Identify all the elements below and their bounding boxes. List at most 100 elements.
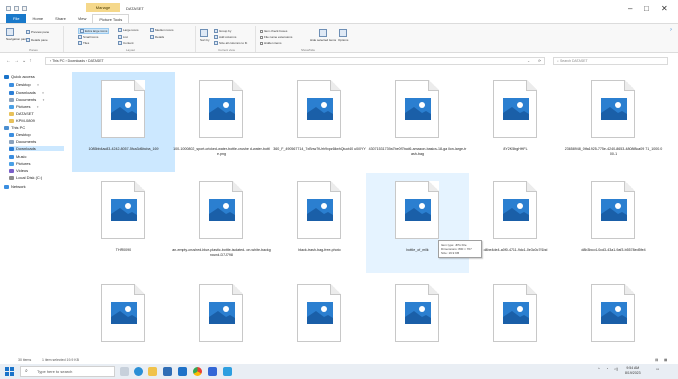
shield-icon[interactable] bbox=[208, 367, 217, 376]
network-icon[interactable]: ◔ bbox=[606, 367, 608, 371]
folder-icon bbox=[9, 111, 14, 116]
file-tile[interactable] bbox=[72, 276, 175, 356]
content-option[interactable]: Content bbox=[118, 41, 134, 45]
maximize-button[interactable]: □ bbox=[644, 4, 649, 13]
add-columns-button[interactable]: Add columns bbox=[214, 35, 236, 39]
volume-icon[interactable]: ◁) bbox=[614, 367, 618, 371]
file-tile[interactable] bbox=[170, 276, 273, 356]
search-input[interactable]: ⌕ Search DATASET bbox=[553, 57, 668, 65]
file-tile[interactable]: THR0090 bbox=[72, 173, 175, 273]
file-tile[interactable]: 360_F_490567714_7xBnw7tUrh9xpz6ilwhQiuct… bbox=[268, 72, 371, 172]
nav-item-pictures[interactable]: Pictures bbox=[9, 161, 64, 166]
file-tile[interactable]: 8Y2K5bgHHFL bbox=[464, 72, 567, 172]
large-icons-view-icon[interactable]: ▦ bbox=[664, 358, 667, 362]
nav-item-pictures[interactable]: Pictures ✦ bbox=[9, 104, 64, 109]
list-option[interactable]: List bbox=[118, 35, 128, 39]
quick-access-toolbar[interactable] bbox=[6, 6, 27, 11]
save-icon[interactable] bbox=[14, 6, 19, 11]
file-tile[interactable]: 43071531739a7be0f7bcd6-amazon-basics-18-… bbox=[366, 72, 469, 172]
tab-file[interactable]: File bbox=[6, 14, 27, 23]
item-checkboxes-toggle[interactable]: Item check boxes bbox=[260, 29, 287, 33]
hide-selected-button[interactable]: Hide selected items bbox=[310, 29, 336, 42]
nav-item-local-disk-c[interactable]: Local Disk (C:) bbox=[9, 175, 64, 180]
file-tile[interactable]: black-trash-bag-free-photo bbox=[268, 173, 371, 273]
photos-icon[interactable] bbox=[223, 367, 232, 376]
store-icon[interactable] bbox=[163, 367, 172, 376]
nav-item-this-pc[interactable]: This PC bbox=[4, 125, 64, 130]
help-icon[interactable]: ? bbox=[670, 27, 672, 32]
preview-pane-button[interactable]: Preview pane bbox=[26, 30, 49, 34]
folder-icon bbox=[4, 184, 9, 189]
file-tile[interactable]: 1085bb4ac83-4242-8057-5fca3d6bcba_169 bbox=[72, 72, 175, 172]
close-button[interactable]: ✕ bbox=[661, 4, 668, 13]
file-tile[interactable] bbox=[366, 276, 469, 356]
folder-icon bbox=[6, 6, 11, 11]
address-field[interactable]: › This PC › Downloads › DATASET ⌄ ⟳ bbox=[45, 57, 545, 65]
file-tile[interactable]: an-empty-crushed-blue-plastic-bottle-iso… bbox=[170, 173, 273, 273]
up-arrow-icon[interactable]: ↑ bbox=[29, 58, 35, 64]
navigation-pane-button[interactable]: Navigation pane bbox=[6, 28, 28, 41]
details-pane-button[interactable]: Details pane bbox=[26, 38, 48, 42]
nav-item-quick-access[interactable]: Quick access bbox=[4, 74, 64, 79]
file-tile[interactable]: 23658948_0tfa1925-775e-4240-8653-4808f8c… bbox=[562, 72, 665, 172]
file-tile[interactable] bbox=[464, 276, 567, 356]
nav-item-desktop[interactable]: Desktop ✦ bbox=[9, 82, 64, 87]
nav-item-kpm-0809[interactable]: KPM-0809 bbox=[9, 118, 64, 123]
start-button[interactable] bbox=[5, 367, 14, 376]
chevron-down-icon[interactable]: ⌄ bbox=[527, 58, 530, 64]
nav-item-downloads[interactable]: Downloads ✦ bbox=[9, 90, 64, 95]
tab-picture-tools[interactable]: Picture Tools bbox=[92, 14, 130, 23]
file-tile[interactable]: 100-1000802_sport-cricked-water-bottle-c… bbox=[170, 72, 273, 172]
clock[interactable]: 9:54 AM 8/19/2023 bbox=[625, 366, 641, 376]
tab-home[interactable]: Home bbox=[26, 14, 49, 23]
nav-item-downloads[interactable]: Downloads bbox=[9, 146, 64, 151]
tiles-option[interactable]: Tiles bbox=[78, 41, 89, 45]
nav-item-documents[interactable]: Documents ✦ bbox=[9, 97, 64, 102]
panes-group-label: Panes bbox=[29, 48, 38, 52]
small-icons-option[interactable]: Small icons bbox=[78, 35, 98, 39]
navigation-buttons[interactable]: ←→⌄↑ bbox=[6, 58, 35, 64]
nav-item-music[interactable]: Music bbox=[9, 154, 64, 159]
extra-large-icons-option[interactable]: Extra large icons bbox=[78, 28, 110, 34]
file-tile[interactable] bbox=[268, 276, 371, 356]
details-view-icon[interactable]: ▤ bbox=[655, 358, 658, 362]
nav-item-documents[interactable]: Documents bbox=[9, 139, 64, 144]
nav-item-desktop[interactable]: Desktop bbox=[9, 132, 64, 137]
forward-arrow-icon[interactable]: → bbox=[14, 58, 22, 64]
group-by-button[interactable]: Group by bbox=[214, 29, 231, 33]
size-all-columns-button[interactable]: Size all columns to fit bbox=[214, 41, 247, 45]
file-tile[interactable]: d8b3bcc4-0cd3-43a1-9af3-b5578ed5fe4 bbox=[562, 173, 665, 273]
nav-item-dataset[interactable]: DATASET bbox=[9, 111, 64, 116]
back-arrow-icon[interactable]: ← bbox=[6, 58, 14, 64]
large-icons-option[interactable]: Large icons bbox=[118, 28, 139, 32]
tab-share[interactable]: Share bbox=[49, 14, 72, 23]
task-view-icon[interactable] bbox=[120, 367, 129, 376]
hidden-items-toggle[interactable]: Hidden items bbox=[260, 41, 282, 45]
chevron-up-icon[interactable]: ^ bbox=[598, 367, 600, 371]
nav-item-network[interactable]: Network bbox=[4, 184, 64, 189]
options-button[interactable]: Options bbox=[338, 29, 348, 42]
sort-by-button[interactable]: Sort by bbox=[200, 29, 210, 42]
file-tile[interactable]: bottle_of_milk bbox=[366, 173, 469, 273]
refresh-icon[interactable]: ⟳ bbox=[538, 58, 541, 64]
manage-tab[interactable]: Manage bbox=[86, 3, 120, 12]
undo-icon[interactable] bbox=[22, 6, 27, 11]
file-tile[interactable] bbox=[562, 276, 665, 356]
medium-icons-option[interactable]: Medium icons bbox=[150, 28, 174, 32]
details-option[interactable]: Details bbox=[150, 35, 164, 39]
file-name-extensions-toggle[interactable]: File name extensions bbox=[260, 35, 292, 39]
nav-item-videos[interactable]: Videos bbox=[9, 168, 64, 173]
image-file-icon bbox=[395, 80, 439, 138]
edge-icon[interactable] bbox=[134, 367, 143, 376]
file-explorer-icon[interactable] bbox=[148, 367, 157, 376]
minimize-button[interactable]: – bbox=[628, 4, 632, 13]
chrome-icon[interactable] bbox=[193, 367, 202, 376]
file-tile[interactable]: d4be4de4-a0f0-4711-9dc1-0e3c0c7f1bd bbox=[464, 173, 567, 273]
breadcrumb[interactable]: › This PC › Downloads › DATASET bbox=[50, 59, 104, 63]
tab-view[interactable]: View bbox=[72, 14, 93, 23]
small-icons-label: Small icons bbox=[83, 35, 99, 39]
taskbar-search-input[interactable]: ⌕ Type here to search bbox=[20, 366, 115, 377]
notification-icon[interactable]: ▭ bbox=[656, 367, 659, 371]
preview-pane-icon bbox=[26, 30, 30, 34]
mail-icon[interactable] bbox=[178, 367, 187, 376]
